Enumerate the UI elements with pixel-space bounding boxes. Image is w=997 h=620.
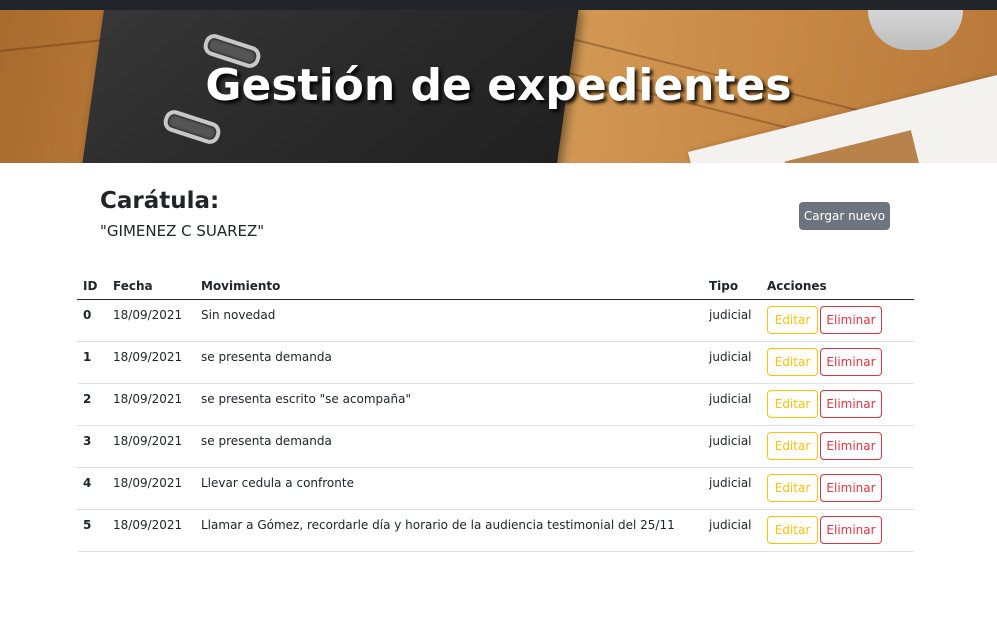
- delete-button[interactable]: Eliminar: [820, 432, 882, 460]
- row-actions: Editar Eliminar: [761, 467, 914, 510]
- row-fecha: 18/09/2021: [107, 467, 195, 510]
- table-row: 2 18/09/2021 se presenta escrito "se aco…: [77, 383, 914, 426]
- caratula-label: Carátula:: [100, 188, 220, 214]
- hero-banner: Gestión de expedientes: [0, 10, 997, 163]
- edit-button[interactable]: Editar: [767, 348, 818, 376]
- page-title: Gestión de expedientes: [205, 60, 792, 111]
- table-row: 0 18/09/2021 Sin novedad judicial Editar…: [77, 299, 914, 342]
- row-actions: Editar Eliminar: [761, 509, 914, 552]
- column-header-acciones: Acciones: [761, 270, 914, 300]
- row-actions: Editar Eliminar: [761, 299, 914, 342]
- row-fecha: 18/09/2021: [107, 341, 195, 384]
- delete-button[interactable]: Eliminar: [820, 390, 882, 418]
- table-row: 3 18/09/2021 se presenta demanda judicia…: [77, 425, 914, 468]
- row-id: 1: [77, 341, 107, 384]
- caratula-value: "GIMENEZ C SUAREZ": [100, 222, 265, 240]
- row-tipo: judicial: [703, 509, 761, 552]
- row-id: 0: [77, 299, 107, 342]
- row-fecha: 18/09/2021: [107, 299, 195, 342]
- edit-button[interactable]: Editar: [767, 306, 818, 334]
- movimientos-table: ID Fecha Movimiento Tipo Acciones 0 18/0…: [77, 270, 914, 552]
- row-tipo: judicial: [703, 383, 761, 426]
- row-id: 3: [77, 425, 107, 468]
- row-actions: Editar Eliminar: [761, 341, 914, 384]
- row-fecha: 18/09/2021: [107, 383, 195, 426]
- column-header-tipo: Tipo: [703, 270, 761, 300]
- row-tipo: judicial: [703, 425, 761, 468]
- table-header-row: ID Fecha Movimiento Tipo Acciones: [77, 270, 914, 300]
- column-header-fecha: Fecha: [107, 270, 195, 300]
- row-id: 5: [77, 509, 107, 552]
- edit-button[interactable]: Editar: [767, 516, 818, 544]
- top-navbar: [0, 0, 997, 10]
- row-id: 2: [77, 383, 107, 426]
- delete-button[interactable]: Eliminar: [820, 348, 882, 376]
- row-tipo: judicial: [703, 341, 761, 384]
- table-row: 4 18/09/2021 Llevar cedula a confronte j…: [77, 467, 914, 510]
- mug-image: [868, 10, 963, 50]
- row-movimiento: se presenta demanda: [195, 425, 703, 468]
- cargar-nuevo-button[interactable]: Cargar nuevo: [799, 202, 890, 230]
- delete-button[interactable]: Eliminar: [820, 306, 882, 334]
- row-movimiento: se presenta escrito "se acompaña": [195, 383, 703, 426]
- row-tipo: judicial: [703, 299, 761, 342]
- delete-button[interactable]: Eliminar: [820, 474, 882, 502]
- row-actions: Editar Eliminar: [761, 425, 914, 468]
- column-header-movimiento: Movimiento: [195, 270, 703, 300]
- row-id: 4: [77, 467, 107, 510]
- row-fecha: 18/09/2021: [107, 425, 195, 468]
- edit-button[interactable]: Editar: [767, 390, 818, 418]
- row-movimiento: se presenta demanda: [195, 341, 703, 384]
- column-header-id: ID: [77, 270, 107, 300]
- row-movimiento: Sin novedad: [195, 299, 703, 342]
- edit-button[interactable]: Editar: [767, 432, 818, 460]
- row-tipo: judicial: [703, 467, 761, 510]
- table-row: 1 18/09/2021 se presenta demanda judicia…: [77, 341, 914, 384]
- row-movimiento: Llevar cedula a confronte: [195, 467, 703, 510]
- table-row: 5 18/09/2021 Llamar a Gómez, recordarle …: [77, 509, 914, 552]
- row-movimiento: Llamar a Gómez, recordarle día y horario…: [195, 509, 703, 552]
- delete-button[interactable]: Eliminar: [820, 516, 882, 544]
- row-fecha: 18/09/2021: [107, 509, 195, 552]
- edit-button[interactable]: Editar: [767, 474, 818, 502]
- row-actions: Editar Eliminar: [761, 383, 914, 426]
